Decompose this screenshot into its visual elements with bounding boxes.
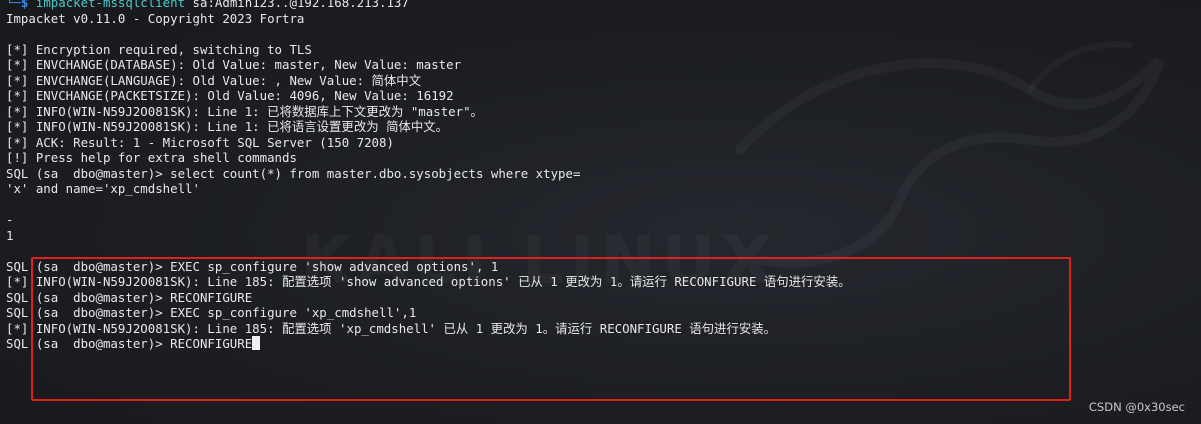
- output-line: SQL (sa dbo@master)> select count(*) fro…: [6, 165, 581, 181]
- output-line: Impacket v0.11.0 - Copyright 2023 Fortra: [6, 10, 305, 26]
- output-line: -: [6, 212, 14, 227]
- current-input-line[interactable]: SQL (sa dbo@master)> RECONFIGURE: [6, 336, 1201, 352]
- output-line: SQL (sa dbo@master)> EXEC sp_configure '…: [6, 258, 499, 274]
- text-cursor: [252, 336, 261, 350]
- first-prompt-line: └─$ impacket-mssqlclient sa:Admin123..@1…: [6, 0, 1201, 11]
- output-line: SQL (sa dbo@master)> EXEC sp_configure '…: [6, 305, 417, 320]
- command-args: sa:Admin123..@192.168.213.137: [185, 0, 409, 10]
- output-line: [*] INFO(WIN-N59J2O081SK): Line 1: 已将数据库…: [6, 103, 483, 119]
- output-line: 1: [6, 227, 14, 243]
- output-line: [*] INFO(WIN-N59J2O081SK): Line 1: 已将语言设…: [6, 119, 449, 134]
- output-line: SQL (sa dbo@master)> RECONFIGURE: [6, 289, 253, 305]
- output-line: [*] ENVCHANGE(DATABASE): Old Value: mast…: [6, 57, 462, 72]
- output-line: 'x' and name='xp_cmdshell': [6, 181, 200, 196]
- output-line: [*] ENVCHANGE(LANGUAGE): Old Value: , Ne…: [6, 72, 422, 88]
- terminal-output[interactable]: └─$ impacket-mssqlclient sa:Admin123..@1…: [6, 0, 1201, 352]
- output-line: [*] INFO(WIN-N59J2O081SK): Line 185: 配置选…: [6, 320, 776, 336]
- prompt-symbol: $: [20, 0, 29, 10]
- output-line: [*] INFO(WIN-N59J2O081SK): Line 185: 配置选…: [6, 274, 851, 289]
- output-line: [*] ACK: Result: 1 - Microsoft SQL Serve…: [6, 134, 394, 150]
- output-line: [*] ENVCHANGE(PACKETSIZE): Old Value: 40…: [6, 88, 454, 103]
- csdn-credit-watermark: CSDN @0x30sec: [1088, 400, 1185, 414]
- command-name: impacket-mssqlclient: [35, 0, 186, 10]
- terminal-window[interactable]: KALI LINUX └─$ impacket-mssqlclient sa:A…: [0, 0, 1201, 424]
- current-input-text: SQL (sa dbo@master)> RECONFIGURE: [6, 336, 253, 351]
- output-line: [!] Press help for extra shell commands: [6, 150, 297, 165]
- prompt-corner: └─: [6, 0, 21, 10]
- output-line: [*] Encryption required, switching to TL…: [6, 41, 312, 57]
